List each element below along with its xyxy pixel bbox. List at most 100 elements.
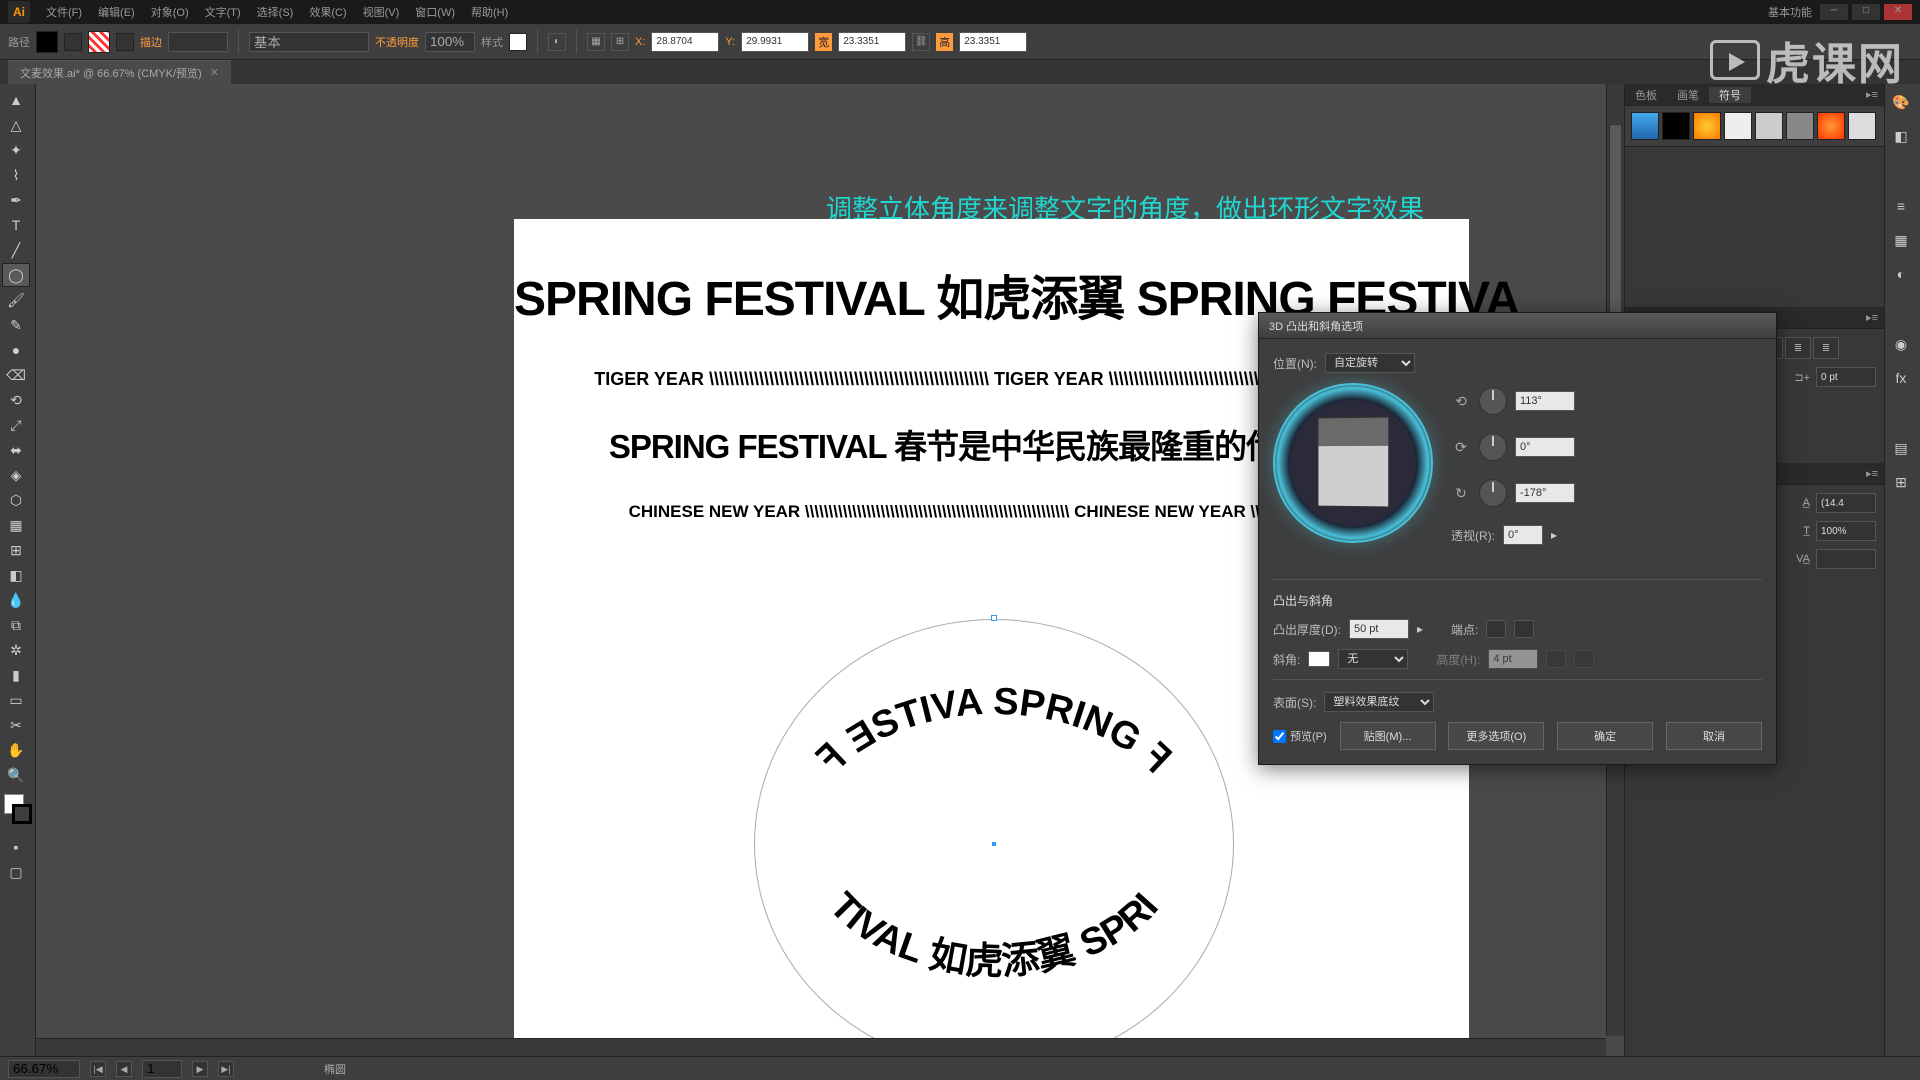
horizontal-scrollbar[interactable]	[36, 1038, 1606, 1056]
symbol-item[interactable]	[1755, 112, 1783, 140]
zoom-input[interactable]	[8, 1060, 80, 1078]
symbol-item[interactable]	[1631, 112, 1659, 140]
symbol-sprayer-tool[interactable]: ✲	[2, 638, 30, 662]
preview-checkbox[interactable]: 预览(P)	[1273, 728, 1327, 744]
type-tool[interactable]: T	[2, 213, 30, 237]
stroke-label[interactable]: 描边	[140, 34, 162, 50]
stroke-dropdown[interactable]	[116, 33, 134, 51]
menu-window[interactable]: 窗口(W)	[407, 4, 463, 20]
document-tab[interactable]: 文麦效果.ai* @ 66.67% (CMYK/预览) ✕	[8, 60, 231, 85]
gradient-tool[interactable]: ◧	[2, 563, 30, 587]
window-maximize[interactable]: □	[1852, 4, 1880, 20]
symbol-item[interactable]	[1662, 112, 1690, 140]
scale-tool[interactable]: ⤢	[2, 413, 30, 437]
rotate-x-input[interactable]	[1515, 391, 1575, 411]
bevel-select[interactable]: 无	[1338, 649, 1408, 669]
pencil-tool[interactable]: ✎	[2, 313, 30, 337]
position-select[interactable]: 自定旋转	[1325, 353, 1415, 373]
depth-stepper[interactable]: ▸	[1417, 622, 1423, 636]
link-wh-icon[interactable]: ⛓	[912, 33, 930, 51]
magic-wand-tool[interactable]: ✦	[2, 138, 30, 162]
mesh-tool[interactable]: ⊞	[2, 538, 30, 562]
prev-artboard[interactable]: ◀	[116, 1061, 132, 1077]
cancel-button[interactable]: 取消	[1666, 722, 1762, 750]
stroke-style-select[interactable]	[249, 32, 369, 52]
menu-file[interactable]: 文件(F)	[38, 4, 90, 20]
justify-right[interactable]: ≣	[1785, 337, 1811, 359]
graphic-style[interactable]	[509, 33, 527, 51]
3d-cube-preview[interactable]	[1273, 383, 1433, 543]
y-input[interactable]	[741, 32, 809, 52]
symbol-item[interactable]	[1786, 112, 1814, 140]
lasso-tool[interactable]: ⌇	[2, 163, 30, 187]
cap-off-button[interactable]	[1514, 620, 1534, 638]
last-artboard[interactable]: ▶|	[218, 1061, 234, 1077]
graphic-styles-icon[interactable]: fx	[1887, 364, 1915, 392]
justify-all[interactable]: ≣	[1813, 337, 1839, 359]
more-options-button[interactable]: 更多选项(O)	[1448, 722, 1544, 750]
fill-swatch[interactable]	[36, 31, 58, 53]
hand-tool[interactable]: ✋	[2, 738, 30, 762]
map-art-button[interactable]: 贴图(M)...	[1340, 722, 1436, 750]
tab-color[interactable]: 色板	[1625, 87, 1667, 103]
x-input[interactable]	[651, 32, 719, 52]
selection-tool[interactable]: ▲	[2, 88, 30, 112]
ellipse-tool[interactable]: ◯	[2, 263, 30, 287]
ok-button[interactable]: 确定	[1557, 722, 1653, 750]
symbol-item[interactable]	[1848, 112, 1876, 140]
symbol-item[interactable]	[1693, 112, 1721, 140]
artboard-number[interactable]	[142, 1060, 182, 1078]
workspace-switcher[interactable]: 基本功能	[1760, 4, 1820, 20]
color-panel-icon[interactable]: 🎨	[1887, 88, 1915, 116]
vscale-input[interactable]	[1816, 521, 1876, 541]
width-tool[interactable]: ⬌	[2, 438, 30, 462]
rotate-z-dial[interactable]	[1479, 479, 1507, 507]
stroke-panel-icon[interactable]: ≡	[1887, 192, 1915, 220]
cap-on-button[interactable]	[1486, 620, 1506, 638]
column-graph-tool[interactable]: ▮	[2, 663, 30, 687]
shape-builder-tool[interactable]: ⬡	[2, 488, 30, 512]
depth-input[interactable]	[1349, 619, 1409, 639]
menu-edit[interactable]: 编辑(E)	[90, 4, 143, 20]
appearance-panel-icon[interactable]: ◉	[1887, 330, 1915, 358]
menu-object[interactable]: 对象(O)	[143, 4, 197, 20]
rotate-y-dial[interactable]	[1479, 433, 1507, 461]
menu-text[interactable]: 文字(T)	[197, 4, 249, 20]
layers-panel-icon[interactable]: ▤	[1887, 434, 1915, 462]
window-minimize[interactable]: ─	[1820, 4, 1848, 20]
rotate-tool[interactable]: ⟲	[2, 388, 30, 412]
pen-tool[interactable]: ✒	[2, 188, 30, 212]
rotate-x-dial[interactable]	[1479, 387, 1507, 415]
first-artboard[interactable]: |◀	[90, 1061, 106, 1077]
tab-close-icon[interactable]: ✕	[210, 66, 219, 79]
panel-menu-icon[interactable]: ▸≡	[1860, 311, 1884, 324]
gradient-panel-icon[interactable]: ▦	[1887, 226, 1915, 254]
h-input[interactable]	[959, 32, 1027, 52]
perspective-input[interactable]	[1503, 525, 1543, 545]
opacity-input[interactable]	[425, 32, 475, 52]
menu-select[interactable]: 选择(S)	[249, 4, 302, 20]
panel-menu-icon[interactable]: ▸≡	[1860, 467, 1884, 480]
direct-selection-tool[interactable]: △	[2, 113, 30, 137]
next-artboard[interactable]: ▶	[192, 1061, 208, 1077]
rotate-y-input[interactable]	[1515, 437, 1575, 457]
tab-brushes[interactable]: 画笔	[1667, 87, 1709, 103]
transparency-panel-icon[interactable]: ◐	[1887, 260, 1915, 288]
perspective-grid-tool[interactable]: ▦	[2, 513, 30, 537]
w-input[interactable]	[838, 32, 906, 52]
artboard-tool[interactable]: ▭	[2, 688, 30, 712]
blob-brush-tool[interactable]: ●	[2, 338, 30, 362]
slice-tool[interactable]: ✂	[2, 713, 30, 737]
paintbrush-tool[interactable]: 🖌	[2, 288, 30, 312]
3d-text-object[interactable]: ꟻ ƎSTIVA SPRING ꟻ TIVAL 如虎添翼 SPRI	[754, 619, 1234, 1056]
blend-tool[interactable]: ⧉	[2, 613, 30, 637]
free-transform-tool[interactable]: ◈	[2, 463, 30, 487]
recolor-icon[interactable]: ◐	[548, 33, 566, 51]
leading-input[interactable]	[1816, 493, 1876, 513]
dialog-title[interactable]: 3D 凸出和斜角选项	[1259, 313, 1776, 339]
rotate-z-input[interactable]	[1515, 483, 1575, 503]
eraser-tool[interactable]: ⌫	[2, 363, 30, 387]
line-tool[interactable]: ╱	[2, 238, 30, 262]
transform-icon[interactable]: ⊞	[611, 33, 629, 51]
align-panel-icon[interactable]: ⊞	[1887, 468, 1915, 496]
